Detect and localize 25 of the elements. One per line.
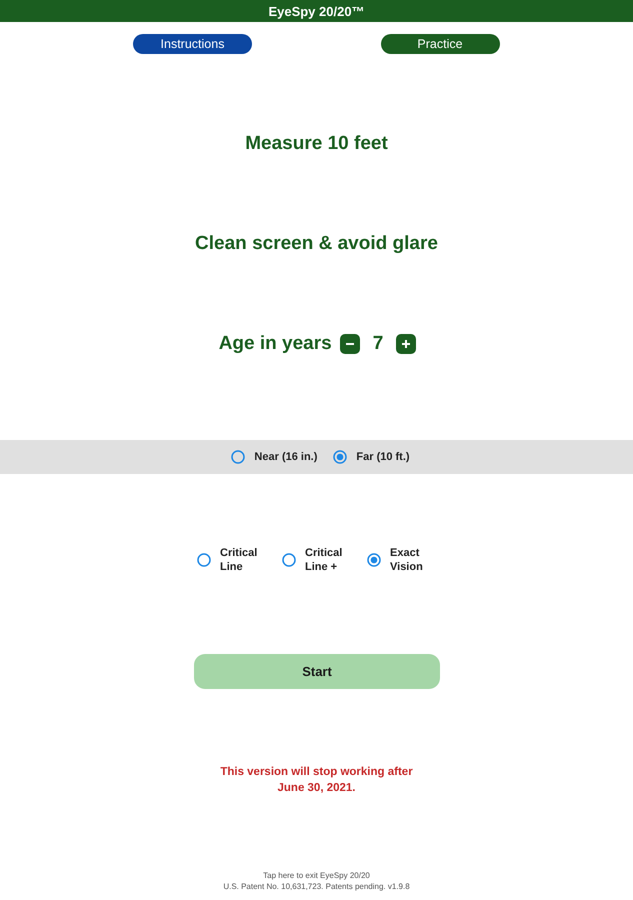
practice-button[interactable]: Practice: [380, 34, 500, 54]
option-label[interactable]: Critical Line +: [305, 546, 353, 574]
option-label[interactable]: Critical Line: [220, 546, 268, 574]
exit-link[interactable]: Tap here to exit EyeSpy 20/20: [263, 870, 370, 881]
radio-button[interactable]: [231, 450, 246, 464]
radio-button[interactable]: [367, 553, 381, 567]
radio-button[interactable]: [333, 450, 348, 464]
option-label[interactable]: Far (10 ft.): [356, 451, 410, 463]
app-title: EyeSpy 20/20™: [268, 4, 365, 18]
age-label: Age in years: [218, 332, 332, 356]
instructions-button[interactable]: Instructions: [133, 34, 252, 54]
option-label[interactable]: Near (16 in.): [254, 451, 318, 463]
instruction-text: Measure 10 feet: [245, 132, 388, 156]
plus-icon: [402, 340, 410, 348]
radio-button[interactable]: [282, 553, 296, 567]
increase-button[interactable]: [396, 334, 416, 354]
age-value: 7: [372, 333, 384, 355]
start-button[interactable]: Start: [194, 654, 440, 689]
option-label[interactable]: Exact Vision: [390, 546, 438, 574]
minus-icon: [346, 340, 354, 348]
patent-note: U.S. Patent No. 10,631,723. Patents pending. v1.9.8: [223, 881, 410, 892]
decrease-button[interactable]: [340, 334, 360, 354]
radio-button[interactable]: [197, 553, 211, 567]
expiry-notice: This version will stop working after June 30, 2021.: [219, 765, 414, 796]
instruction-text: Clean screen & avoid glare: [195, 232, 438, 256]
